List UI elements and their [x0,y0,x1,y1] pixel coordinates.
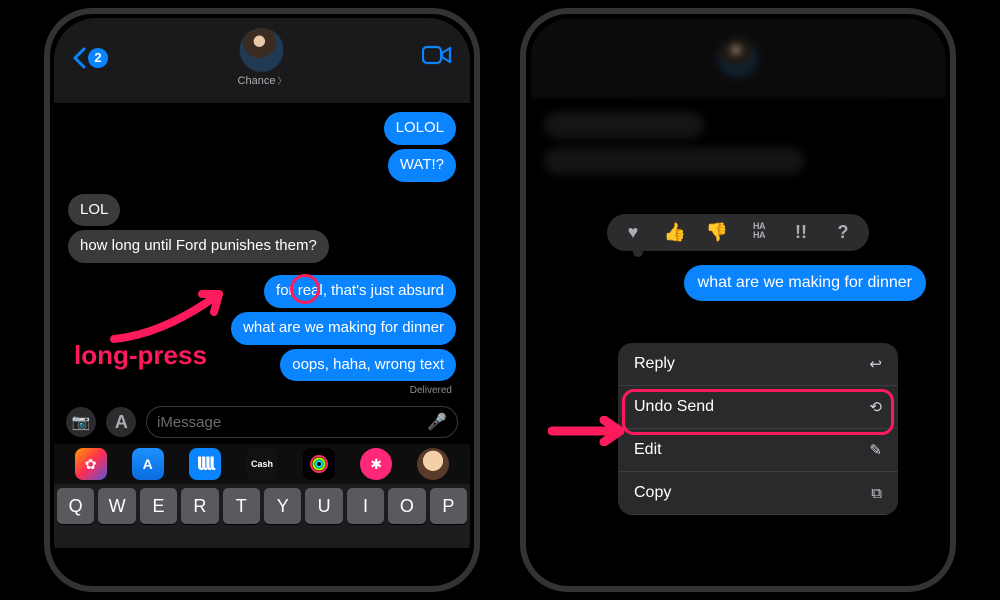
key[interactable]: W [98,488,135,524]
fitness-app-icon[interactable] [303,448,335,480]
chevron-left-icon [72,47,86,69]
photos-app-icon[interactable]: ✿ [75,448,107,480]
unread-badge: 2 [88,48,108,68]
tapback-thumbs-down[interactable]: 👎 [705,222,729,243]
tapback-heart[interactable]: ♥ [621,222,645,243]
applecash-app-icon[interactable]: Cash [246,448,278,480]
compose-bar: 📷 A 🎤 [54,400,470,444]
menu-label: Copy [634,484,671,502]
key[interactable]: U [305,488,342,524]
message-input-container: 🎤 [146,406,458,438]
back-button[interactable]: 2 [72,47,108,69]
message-input[interactable] [157,414,421,431]
cash-label: Cash [251,459,273,469]
find-app-icon[interactable]: ✱ [360,448,392,480]
camera-button[interactable]: 📷 [66,407,96,437]
facetime-button[interactable] [422,44,452,71]
audio-app-icon[interactable]: 𝗹𝗹𝗹𝗹 [189,448,221,480]
menu-undo-send[interactable]: Undo Send ⟲ [618,386,898,429]
conversation-nav: 2 Chance 〉 [54,18,470,104]
imessage-app-strip[interactable]: ✿ A 𝗹𝗹𝗹𝗹 Cash ✱ [54,444,470,484]
avatar [240,28,284,72]
key[interactable]: R [181,488,218,524]
annotation-arrow [104,284,234,344]
phone-right: ♥ 👍 👎 HA HA !! ? what are we making for … [520,8,956,592]
key[interactable]: I [347,488,384,524]
tapback-thumbs-up[interactable]: 👍 [663,222,687,243]
menu-label: Edit [634,441,662,459]
annotation-label: long-press [74,340,207,371]
keyboard[interactable]: Q W E R T Y U I O P [54,484,470,548]
tapback-haha[interactable]: HA HA [747,222,771,243]
message-sent[interactable]: LOLOL [384,112,456,145]
contact-header[interactable]: Chance 〉 [238,28,287,87]
app-drawer-button[interactable]: A [106,407,136,437]
message-sent[interactable]: WAT!? [388,149,456,182]
menu-label: Reply [634,355,675,373]
phone-screen-right: ♥ 👍 👎 HA HA !! ? what are we making for … [530,18,946,582]
appstore-app-icon[interactable]: A [132,448,164,480]
copy-icon: ⧉ [871,485,882,502]
longpress-overlay: ♥ 👍 👎 HA HA !! ? what are we making for … [530,18,946,582]
message-received[interactable]: LOL [68,194,120,227]
phone-screen-left: 2 Chance 〉 LOLOL WAT!? LOL how long unti… [54,18,470,582]
menu-edit[interactable]: Edit ✎ [618,429,898,472]
tapback-emphasis[interactable]: !! [789,222,813,243]
menu-label: Undo Send [634,398,714,416]
key[interactable]: Q [57,488,94,524]
memoji-app-icon[interactable] [417,448,449,480]
key[interactable]: O [388,488,425,524]
edit-icon: ✎ [869,441,882,459]
reply-icon: ↩︎ [869,355,882,373]
dictation-button[interactable]: 🎤 [427,412,447,432]
undo-icon: ⟲ [869,398,882,416]
focused-message[interactable]: what are we making for dinner [684,265,926,301]
activity-rings-icon [309,454,329,474]
message-sent[interactable]: oops, haha, wrong text [280,349,456,382]
chevron-right-icon: 〉 [277,74,286,87]
phone-left: 2 Chance 〉 LOLOL WAT!? LOL how long unti… [44,8,480,592]
contact-name-row: Chance 〉 [238,74,287,87]
message-thread[interactable]: LOLOL WAT!? LOL how long until Ford puni… [54,104,470,400]
context-menu: Reply ↩︎ Undo Send ⟲ Edit ✎ Copy ⧉ [618,343,898,515]
message-sent[interactable]: for real, that's just absurd [264,275,456,308]
message-received[interactable]: how long until Ford punishes them? [68,230,329,263]
key[interactable]: Y [264,488,301,524]
menu-copy[interactable]: Copy ⧉ [618,472,898,515]
key[interactable]: E [140,488,177,524]
appstore-icon: A [114,412,127,432]
tapback-question[interactable]: ? [831,222,855,243]
camera-icon: 📷 [72,413,91,431]
key[interactable]: T [223,488,260,524]
message-sent[interactable]: what are we making for dinner [231,312,456,345]
tapback-bar: ♥ 👍 👎 HA HA !! ? [607,214,869,251]
menu-reply[interactable]: Reply ↩︎ [618,343,898,386]
keyboard-row: Q W E R T Y U I O P [57,488,467,524]
video-icon [422,44,452,66]
microphone-icon: 🎤 [427,414,447,431]
delivered-label: Delivered [410,385,452,396]
key[interactable]: P [430,488,467,524]
contact-name: Chance [238,75,276,87]
